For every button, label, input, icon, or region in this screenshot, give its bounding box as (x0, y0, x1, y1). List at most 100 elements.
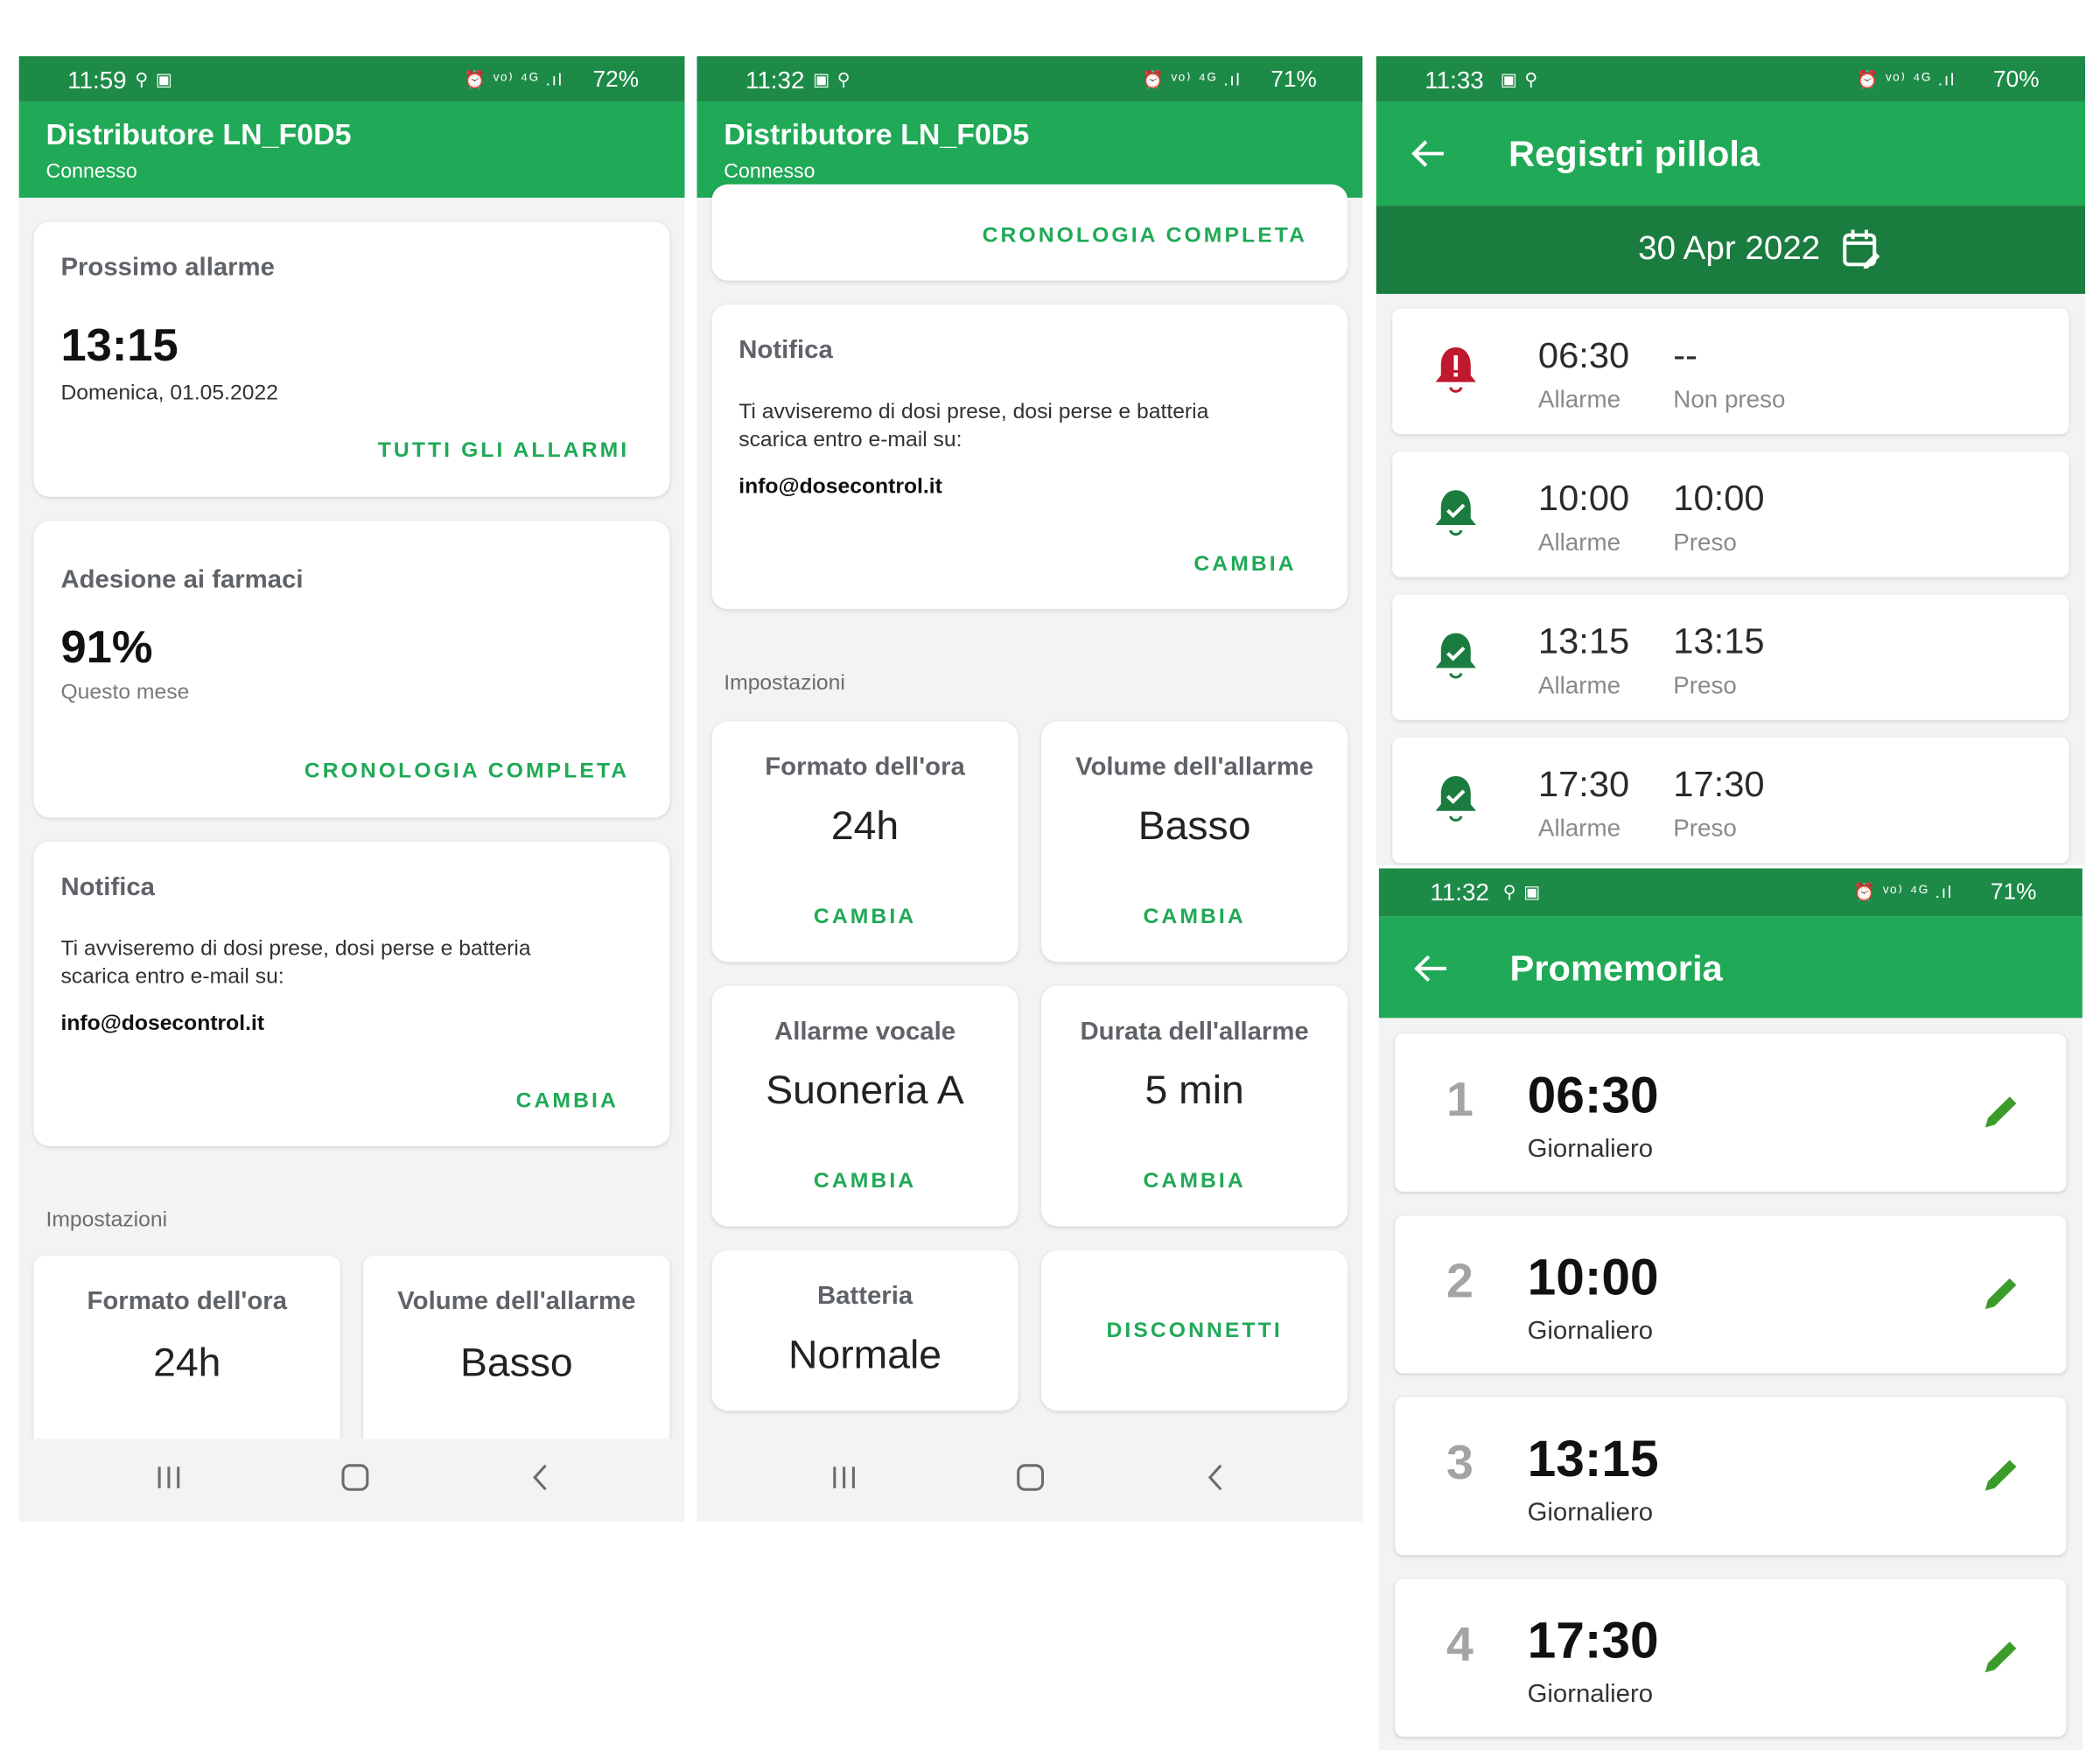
reminder-time: 13:15 (1527, 1432, 1659, 1488)
notification-card: Notifica Ti avviseremo di dosi prese, do… (711, 304, 1348, 610)
app-title: Distributore LN_F0D5 (724, 117, 1030, 151)
home-icon[interactable] (1010, 1458, 1050, 1498)
full-history-button[interactable]: CRONOLOGIA COMPLETA (983, 224, 1307, 248)
card-header: Adesione ai farmaci (60, 566, 304, 595)
status-right-icons: ⏰ ᵛᵒ⁾ ⁴ᴳ .ıl (1142, 69, 1242, 90)
home-icon[interactable] (335, 1458, 375, 1498)
alarm-taken-icon (1435, 776, 1476, 822)
disconnect-tile[interactable]: DISCONNETTI (1040, 1250, 1348, 1411)
status-bar: 11:33 ▣ ⚲ ⏰ ᵛᵒ⁾ ⁴ᴳ .ıl 70% (1376, 56, 2086, 102)
back-arrow-icon[interactable] (1411, 948, 1452, 989)
status-right-icons: ⏰ ᵛᵒ⁾ ⁴ᴳ .ıl (1856, 69, 1956, 90)
screen-dashboard-1: 11:59 ⚲ ▣ ⏰ ᵛᵒ⁾ ⁴ᴳ .ıl 72% Distributore … (18, 56, 685, 1522)
battery-level: 72% (592, 66, 640, 93)
back-icon[interactable] (522, 1458, 562, 1498)
alarm-time: 10:00 (1537, 478, 1630, 519)
time-format-tile[interactable]: Formato dell'ora 24h (33, 1256, 340, 1470)
alarm-label: Allarme (1537, 671, 1621, 699)
adherence-card: Adesione ai farmaci 91% Questo mese CRON… (33, 521, 670, 818)
status-time: 11:32 (1430, 878, 1489, 906)
tile-value: Basso (459, 1340, 573, 1386)
reminder-frequency: Giornaliero (1527, 1135, 1654, 1164)
notification-email: info@dosecontrol.it (60, 1012, 265, 1036)
reminder-number: 1 (1446, 1071, 1474, 1127)
battery-level: 71% (1990, 878, 2037, 905)
taken-time: 13:15 (1673, 620, 1765, 662)
notification-card: Notifica Ti avviseremo di dosi prese, do… (33, 841, 670, 1146)
card-header: Prossimo allarme (60, 254, 275, 283)
status-right-icons: ⏰ ᵛᵒ⁾ ⁴ᴳ .ıl (464, 69, 564, 90)
calendar-edit-icon[interactable] (1841, 228, 1881, 270)
alarm-label: Allarme (1537, 386, 1621, 413)
status-left-icons: ▣ ⚲ (813, 69, 851, 90)
reminder-row[interactable]: 3 13:15 Giornaliero (1395, 1396, 2067, 1556)
recent-apps-icon[interactable] (823, 1458, 864, 1498)
next-alarm-date: Domenica, 01.05.2022 (60, 382, 278, 405)
alarm-volume-tile[interactable]: Volume dell'allarme Basso (363, 1256, 670, 1470)
battery-level: 71% (1270, 66, 1317, 93)
tile-value: 24h (153, 1340, 221, 1386)
alarm-time: 17:30 (1537, 764, 1630, 805)
screen-pill-logs: 11:33 ▣ ⚲ ⏰ ᵛᵒ⁾ ⁴ᴳ .ıl 70% Registri pill… (1376, 56, 2086, 866)
alarm-missed-icon (1435, 346, 1476, 393)
status-left-icons: ⚲ ▣ (135, 69, 174, 90)
status-right-icons: ⏰ ᵛᵒ⁾ ⁴ᴳ .ıl (1853, 881, 1953, 902)
edit-pencil-icon[interactable] (1980, 1456, 2020, 1496)
log-row[interactable]: 17:30 Allarme 17:30 Preso (1392, 737, 2069, 864)
change-duration-button[interactable]: CAMBIA (1041, 1170, 1348, 1194)
log-row[interactable]: 06:30 Allarme -- Non preso (1392, 308, 2069, 435)
connection-status: Connesso (46, 160, 137, 184)
reminder-row[interactable]: 2 10:00 Giornaliero (1395, 1215, 2067, 1374)
log-row[interactable]: 10:00 Allarme 10:00 Preso (1392, 452, 2069, 578)
tile-header: Allarme vocale (774, 1018, 956, 1046)
full-history-button[interactable]: CRONOLOGIA COMPLETA (304, 760, 629, 784)
change-volume-button[interactable]: CAMBIA (1041, 906, 1348, 929)
reminder-frequency: Giornaliero (1527, 1680, 1654, 1709)
system-nav-bar (696, 1438, 1363, 1519)
status-bar: 11:32 ⚲ ▣ ⏰ ᵛᵒ⁾ ⁴ᴳ .ıl 71% (1378, 868, 2082, 917)
notification-text-line2: scarica entro e-mail su: (60, 965, 284, 989)
next-alarm-card: Prossimo allarme 13:15 Domenica, 01.05.2… (33, 221, 670, 497)
date-picker-bar[interactable]: 30 Apr 2022 (1376, 206, 2086, 294)
alarm-time: 06:30 (1537, 335, 1630, 376)
tile-header: Batteria (816, 1282, 914, 1311)
app-bar: Promemoria (1378, 916, 2082, 1018)
selected-date: 30 Apr 2022 (1638, 229, 1821, 268)
notification-text-line1: Ti avviseremo di dosi prese, dosi perse … (60, 937, 531, 961)
reminder-row[interactable]: 4 17:30 Giornaliero (1395, 1578, 2067, 1737)
recent-apps-icon[interactable] (149, 1458, 189, 1498)
log-row[interactable]: 13:15 Allarme 13:15 Preso (1392, 594, 2069, 720)
battery-level: 70% (1993, 66, 2040, 93)
reminder-frequency: Giornaliero (1527, 1317, 1654, 1346)
edit-pencil-icon[interactable] (1980, 1638, 2020, 1678)
alarm-volume-tile: Volume dell'allarme Basso CAMBIA (1040, 721, 1348, 962)
back-arrow-icon[interactable] (1409, 134, 1449, 174)
tile-value: Suoneria A (766, 1068, 964, 1113)
reminder-number: 3 (1446, 1434, 1474, 1490)
change-email-button[interactable]: CAMBIA (1194, 553, 1296, 577)
change-ringtone-button[interactable]: CAMBIA (711, 1170, 1018, 1194)
edit-pencil-icon[interactable] (1980, 1274, 2020, 1314)
disconnect-button[interactable]: DISCONNETTI (1041, 1320, 1348, 1343)
status-left-icons: ⚲ ▣ (1502, 881, 1542, 902)
status-bar: 11:59 ⚲ ▣ ⏰ ᵛᵒ⁾ ⁴ᴳ .ıl 72% (18, 56, 685, 102)
reminder-number: 4 (1446, 1616, 1474, 1671)
all-alarms-button[interactable]: TUTTI GLI ALLARMI (378, 439, 629, 463)
app-bar: Registri pillola (1376, 102, 2086, 206)
notification-text-line1: Ti avviseremo di dosi prese, dosi perse … (738, 401, 1209, 424)
change-email-button[interactable]: CAMBIA (516, 1090, 619, 1114)
taken-time: -- (1673, 335, 1698, 376)
voice-alarm-tile: Allarme vocale Suoneria A CAMBIA (711, 985, 1018, 1227)
taken-time: 17:30 (1673, 764, 1765, 805)
app-bar: Distributore LN_F0D5 Connesso (696, 102, 1363, 198)
back-icon[interactable] (1196, 1458, 1236, 1498)
notification-text-line2: scarica entro e-mail su: (738, 429, 962, 452)
edit-pencil-icon[interactable] (1980, 1093, 2020, 1133)
tile-value: 5 min (1144, 1068, 1244, 1113)
status-time: 11:33 (1424, 66, 1484, 94)
taken-label: Preso (1673, 528, 1737, 556)
next-alarm-time: 13:15 (60, 320, 178, 372)
reminder-number: 2 (1446, 1253, 1474, 1308)
change-time-format-button[interactable]: CAMBIA (711, 906, 1018, 929)
reminder-row[interactable]: 1 06:30 Giornaliero (1395, 1033, 2067, 1192)
